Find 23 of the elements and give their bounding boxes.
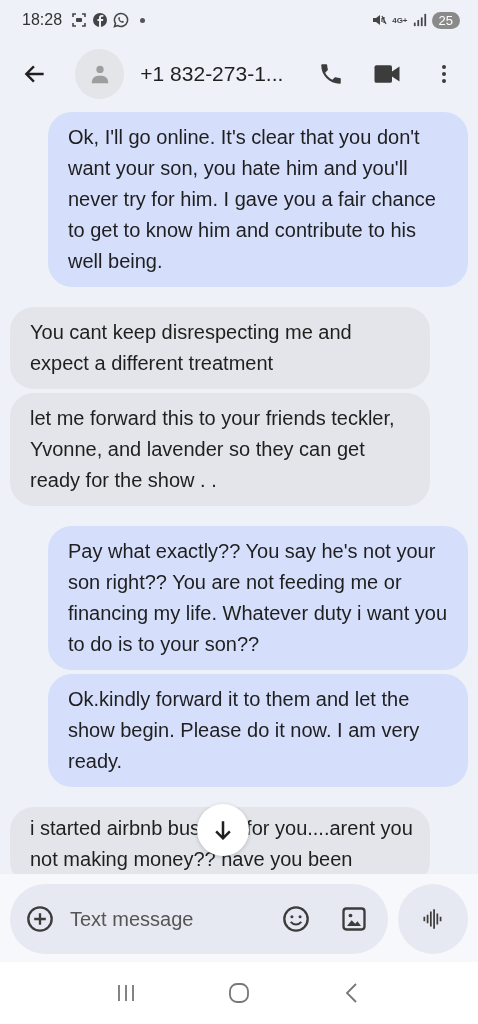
add-icon[interactable] [26, 905, 54, 933]
sent-message: Ok, I'll go online. It's clear that you don't want your son, you hate him and you'll never try for him. I gave you a fair chance to get to know him and contribute to his well being. [48, 112, 468, 287]
contact-name[interactable]: +1 832-273-1... [140, 62, 308, 86]
network-type: 4G+ [392, 15, 408, 25]
phone-icon[interactable] [318, 61, 344, 87]
home-icon[interactable] [227, 981, 251, 1005]
emoji-icon[interactable] [282, 905, 310, 933]
sent-message: Ok.kindly forward it to them and let the show begin. Please do it now. I am very ready. [48, 674, 468, 787]
arrow-down-icon [215, 819, 232, 840]
signal-icon [412, 13, 427, 27]
received-message: i started airbnb bus for you....arent you not making money?? have you been [10, 807, 430, 874]
received-message: You cant keep disrespecting me and expect a different treatment [10, 307, 430, 389]
sent-message: Pay what exactly?? You say he's not your son right?? You are not feeding me or financing my life. Whatever duty i want you to do is to your son?? [48, 526, 468, 670]
message-input[interactable]: Text message [68, 906, 268, 932]
received-message: let me forward this to your friends teckler, Yvonne, and lavender so they can get ready for the show . . [10, 393, 430, 506]
facebook-icon [92, 12, 109, 28]
screenshot-icon [71, 12, 88, 28]
battery-level: 25 [431, 11, 460, 29]
status-time: 18:28 [22, 11, 63, 29]
whatsapp-icon [113, 12, 130, 28]
notification-dot [140, 17, 146, 23]
image-icon[interactable] [340, 905, 368, 933]
mute-icon [371, 12, 388, 28]
